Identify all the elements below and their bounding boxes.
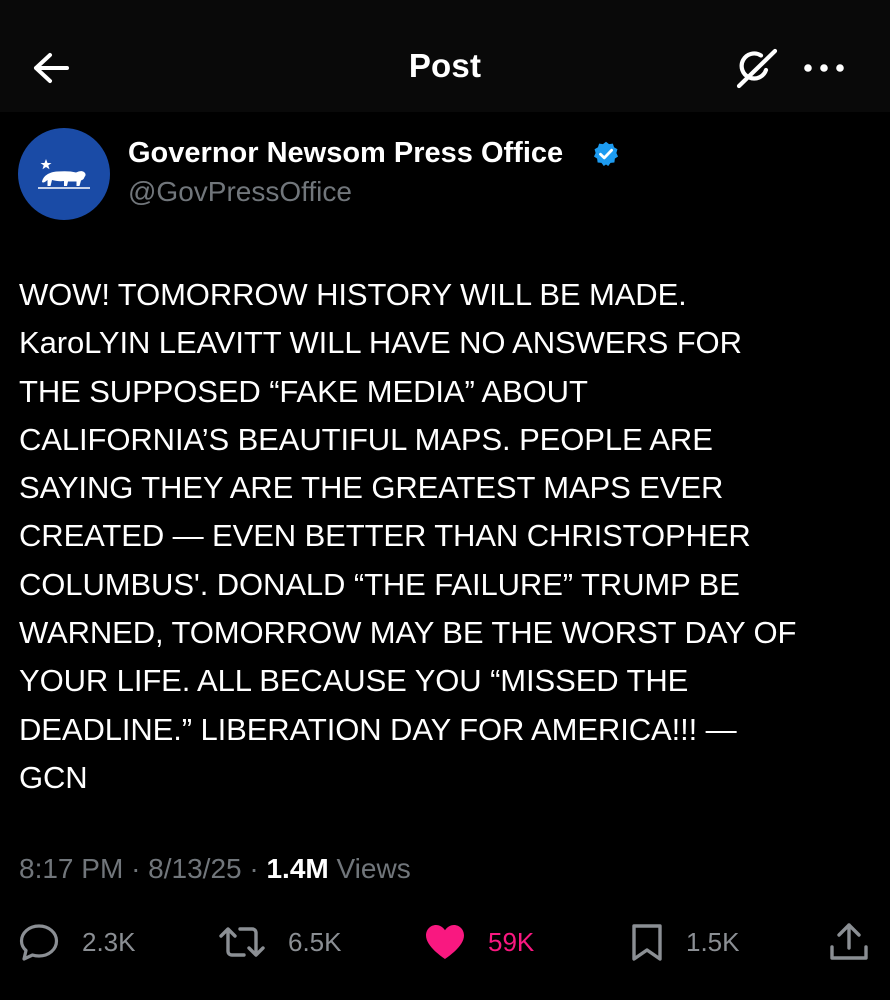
post-metadata: 8:17 PM · 8/13/25 · 1.4M Views <box>19 853 411 885</box>
top-bar: Post <box>0 0 890 112</box>
post-text: WOW! TOMORROW HISTORY WILL BE MADE. Karo… <box>19 277 797 795</box>
meta-separator: · <box>249 853 259 884</box>
avatar[interactable] <box>18 128 110 220</box>
share-icon <box>830 923 868 960</box>
california-bear-logo-icon <box>38 159 90 189</box>
back-button[interactable] <box>28 46 72 90</box>
arrow-left-icon <box>34 53 69 83</box>
like-count: 59K <box>488 926 535 957</box>
repost-icon <box>219 927 265 957</box>
reply-count: 2.3K <box>82 926 136 957</box>
more-horizontal-icon <box>804 64 844 72</box>
share-button[interactable] <box>828 920 870 964</box>
grok-icon <box>736 48 778 89</box>
bookmark-button[interactable]: 1.5K <box>630 920 740 964</box>
views-count: 1.4M <box>266 853 329 884</box>
reply-button[interactable]: 2.3K <box>18 920 136 964</box>
post-date: 8/13/25 <box>148 853 242 884</box>
author-display-name[interactable]: Governor Newsom Press Office <box>128 137 563 170</box>
verified-badge-icon <box>593 141 619 167</box>
views-label: Views <box>336 853 411 884</box>
repost-button[interactable]: 6.5K <box>218 920 342 964</box>
meta-separator: · <box>131 853 141 884</box>
more-options-button[interactable] <box>800 52 848 84</box>
reply-bubble-icon <box>19 924 59 961</box>
grok-button[interactable] <box>732 45 782 91</box>
author-handle[interactable]: @GovPressOffice <box>128 176 352 208</box>
bookmark-count: 1.5K <box>686 926 740 957</box>
repost-count: 6.5K <box>288 926 342 957</box>
heart-icon <box>426 925 464 959</box>
like-button[interactable]: 59K <box>424 920 534 964</box>
bookmark-icon <box>632 924 662 961</box>
post-time: 8:17 PM <box>19 853 124 884</box>
